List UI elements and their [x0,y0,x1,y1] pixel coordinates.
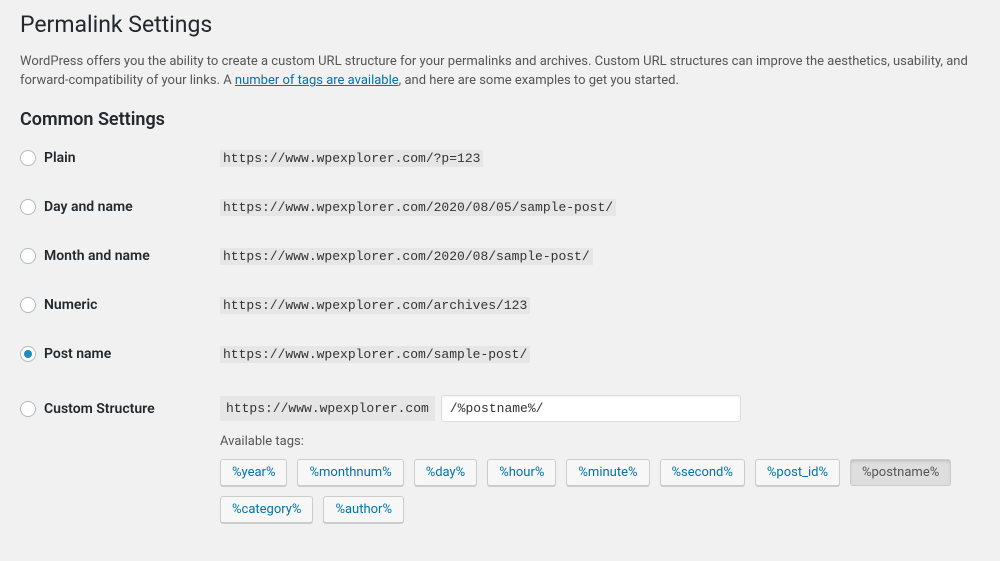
url-plain: https://www.wpexplorer.com/?p=123 [220,150,483,167]
tag-buttons-row: %year% %monthnum% %day% %hour% %minute% %seco… [220,459,980,523]
option-row-custom: Custom Structure https://www.wpexplorer.… [20,395,980,523]
tag-button-day[interactable]: %day% [414,459,478,486]
label-plain[interactable]: Plain [44,150,76,166]
label-day-name[interactable]: Day and name [44,199,133,215]
tag-button-postname[interactable]: %postname% [850,459,951,486]
url-numeric: https://www.wpexplorer.com/archives/123 [220,297,530,314]
url-day-name: https://www.wpexplorer.com/2020/08/05/sa… [220,199,616,216]
radio-numeric[interactable] [20,297,36,313]
label-custom[interactable]: Custom Structure [44,401,155,417]
url-month-name: https://www.wpexplorer.com/2020/08/sampl… [220,248,593,265]
radio-post-name[interactable] [20,346,36,362]
radio-day-name[interactable] [20,199,36,215]
tag-button-hour[interactable]: %hour% [487,459,556,486]
page-title: Permalink Settings [20,10,980,40]
tag-button-category[interactable]: %category% [220,496,313,523]
label-month-name[interactable]: Month and name [44,248,150,264]
option-row-day-name: Day and name https://www.wpexplorer.com/… [20,199,980,216]
option-row-numeric: Numeric https://www.wpexplorer.com/archi… [20,297,980,314]
url-post-name: https://www.wpexplorer.com/sample-post/ [220,346,530,363]
tag-button-second[interactable]: %second% [660,459,745,486]
common-settings-heading: Common Settings [20,109,980,130]
label-post-name[interactable]: Post name [44,346,111,362]
label-numeric[interactable]: Numeric [44,297,97,313]
tag-button-author[interactable]: %author% [323,496,404,523]
custom-prefix-url: https://www.wpexplorer.com [220,396,435,421]
intro-text-after: , and here are some examples to get you … [399,73,679,88]
option-row-post-name: Post name https://www.wpexplorer.com/sam… [20,346,980,363]
custom-structure-input[interactable] [441,395,741,422]
tags-available-link[interactable]: number of tags are available [235,73,399,88]
option-row-plain: Plain https://www.wpexplorer.com/?p=123 [20,150,980,167]
permalink-options: Plain https://www.wpexplorer.com/?p=123 … [20,150,980,523]
radio-plain[interactable] [20,150,36,166]
option-row-month-name: Month and name https://www.wpexplorer.co… [20,248,980,265]
available-tags-label: Available tags: [220,434,980,449]
radio-custom[interactable] [20,401,36,417]
tag-button-minute[interactable]: %minute% [566,459,649,486]
tag-button-monthnum[interactable]: %monthnum% [297,459,403,486]
tag-button-year[interactable]: %year% [220,459,287,486]
tag-button-post_id[interactable]: %post_id% [755,459,840,486]
intro-paragraph: WordPress offers you the ability to crea… [20,52,980,91]
radio-month-name[interactable] [20,248,36,264]
